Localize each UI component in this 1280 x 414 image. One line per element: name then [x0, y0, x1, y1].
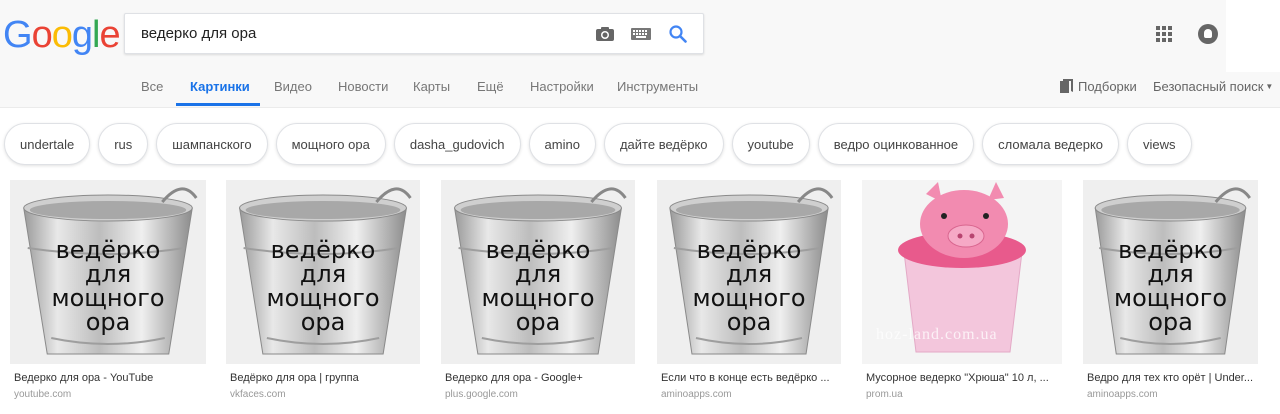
collections-link[interactable]: Подборки: [1060, 79, 1137, 94]
chevron-down-icon: ▼: [1265, 82, 1274, 91]
bookmark-icon: [1060, 79, 1073, 93]
search-box[interactable]: ведерко для ора: [124, 13, 704, 54]
meme-overlay-text: ведёрко для мощного ора: [481, 236, 595, 336]
related-chip[interactable]: youtube: [731, 123, 810, 165]
meme-overlay-text: ведёрко для мощного ора: [692, 236, 806, 336]
result-title[interactable]: Ведро для тех кто орёт | Under...: [1087, 372, 1253, 384]
tab-news[interactable]: Новости: [338, 79, 388, 94]
corner-area: [1226, 0, 1280, 72]
result-url: aminoapps.com: [1087, 389, 1158, 400]
apps-icon[interactable]: [1156, 26, 1172, 42]
google-logo[interactable]: Google: [3, 14, 121, 57]
result-thumbnail[interactable]: ведёрко для мощного ора: [10, 180, 206, 364]
tabs-row: Все Картинки Видео Новости Карты Ещё Нас…: [0, 72, 1280, 108]
logo-letter: e: [99, 14, 120, 56]
tab-settings[interactable]: Настройки: [530, 79, 594, 94]
logo-letter: o: [51, 14, 73, 56]
logo-letter: o: [31, 14, 53, 56]
search-icon[interactable]: [666, 23, 690, 45]
active-tab-indicator: [176, 103, 260, 106]
top-bar: Google ведерко для ора: [0, 0, 1280, 72]
safe-search-label: Безопасный поиск: [1153, 79, 1264, 94]
related-chip[interactable]: dasha_gudovich: [393, 123, 521, 165]
meme-overlay-text: ведёрко для мощного ора: [51, 236, 165, 336]
result-thumbnail[interactable]: ведёрко для мощного ора: [226, 180, 420, 364]
image-result[interactable]: hoz-land.com.ua Мусорное ведерко "Хрюша" …: [862, 180, 1062, 410]
result-url: youtube.com: [14, 389, 72, 400]
result-thumbnail[interactable]: ведёрко для мощного ора: [1083, 180, 1258, 364]
tab-maps[interactable]: Карты: [413, 79, 450, 94]
result-url: plus.google.com: [445, 389, 518, 400]
tab-images[interactable]: Картинки: [190, 79, 250, 94]
result-url: aminoapps.com: [661, 389, 732, 400]
related-chip[interactable]: мощного ора: [275, 123, 386, 165]
result-title[interactable]: Ведёрко для ора | группа: [230, 372, 359, 384]
related-chips: undertale rus шампанского мощного ора dasha_…: [4, 123, 1192, 165]
image-result[interactable]: ведёрко для мощного ора Ведерко для ора -…: [441, 180, 635, 410]
camera-icon[interactable]: [593, 23, 617, 45]
result-title[interactable]: Ведерко для ора - Google+: [445, 372, 583, 384]
result-title[interactable]: Ведерко для ора - YouTube: [14, 372, 153, 384]
related-chip[interactable]: шампанского: [156, 123, 268, 165]
logo-letter: l: [91, 14, 101, 56]
logo-letter: g: [71, 14, 93, 56]
tab-video[interactable]: Видео: [274, 79, 312, 94]
tab-more[interactable]: Ещё: [477, 79, 504, 94]
meme-overlay-text: ведёрко для мощного ора: [1113, 236, 1228, 336]
related-chip[interactable]: rus: [98, 123, 149, 165]
tab-tools[interactable]: Инструменты: [617, 79, 698, 94]
result-thumbnail[interactable]: hoz-land.com.ua: [862, 180, 1062, 364]
related-chip[interactable]: дайте ведёрко: [603, 123, 724, 165]
image-result[interactable]: ведёрко для мощного ора Ведро для тех кто…: [1083, 180, 1258, 410]
result-url: vkfaces.com: [230, 389, 286, 400]
result-title[interactable]: Мусорное ведерко "Хрюша" 10 л, ...: [866, 372, 1049, 384]
image-result[interactable]: ведёрко для мощного ора Ведёрко для ора |…: [226, 180, 420, 410]
tab-all[interactable]: Все: [141, 79, 163, 94]
result-title[interactable]: Если что в конце есть ведёрко ...: [661, 372, 830, 384]
result-thumbnail[interactable]: ведёрко для мощного ора: [441, 180, 635, 364]
related-chip[interactable]: undertale: [4, 123, 91, 165]
search-input[interactable]: ведерко для ора: [141, 25, 256, 42]
watermark-text: hoz-land.com.ua: [876, 326, 998, 343]
safe-search-dropdown[interactable]: Безопасный поиск ▼: [1153, 79, 1273, 94]
avatar[interactable]: [1198, 24, 1218, 44]
related-chip[interactable]: views: [1127, 123, 1192, 165]
collections-label: Подборки: [1078, 79, 1137, 94]
meme-overlay-text: ведёрко для мощного ора: [266, 236, 380, 336]
image-result[interactable]: ведёрко для мощного ора Если что в конце …: [657, 180, 841, 410]
result-thumbnail[interactable]: ведёрко для мощного ора: [657, 180, 841, 364]
image-result[interactable]: ведёрко для мощного ора Ведерко для ора -…: [10, 180, 206, 410]
result-url: prom.ua: [866, 389, 903, 400]
keyboard-icon[interactable]: [629, 23, 653, 45]
related-chip[interactable]: ведро оцинкованное: [817, 123, 975, 165]
logo-letter: G: [3, 14, 33, 56]
related-chip[interactable]: сломала ведерко: [982, 123, 1120, 165]
related-chip[interactable]: amino: [528, 123, 596, 165]
